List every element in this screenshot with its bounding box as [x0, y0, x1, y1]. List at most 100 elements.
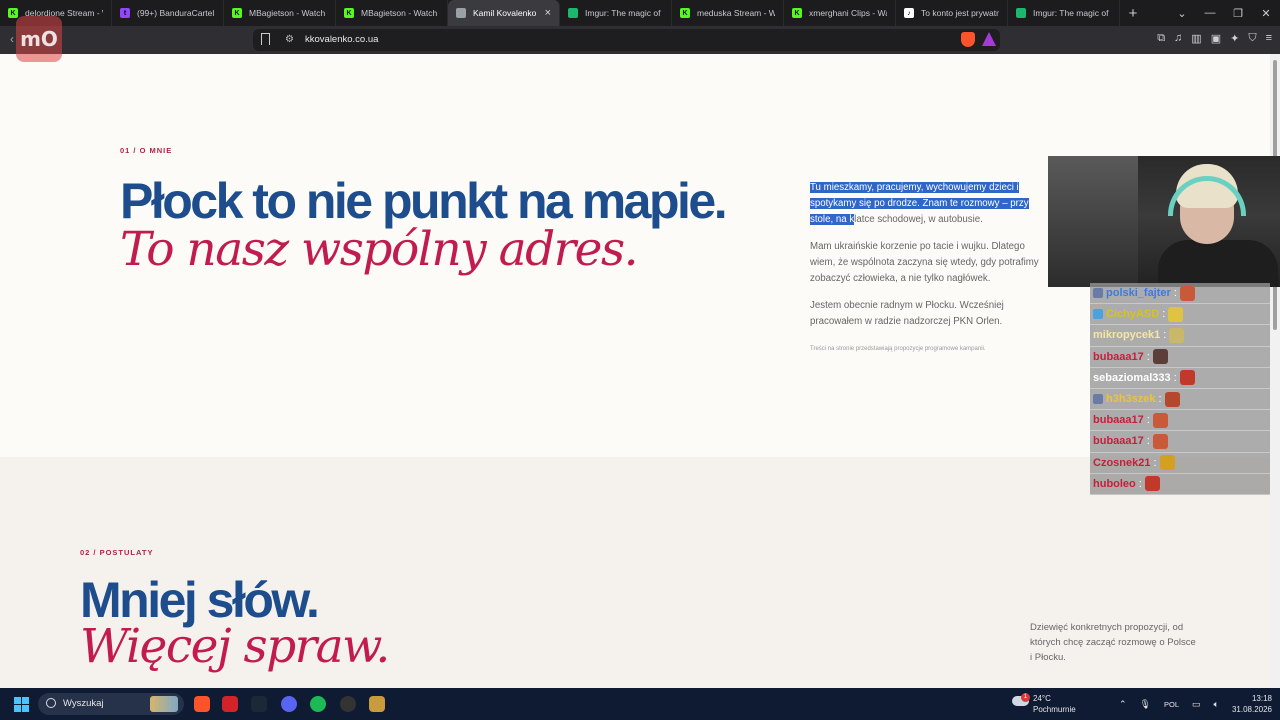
chat-separator: : — [1146, 350, 1150, 363]
show-hidden-icons-icon[interactable]: ⌃ — [1119, 699, 1127, 710]
weather-badge: 1 — [1021, 693, 1030, 702]
tab-title: meduska Stream - Wa — [697, 8, 775, 18]
windows-start-icon[interactable] — [14, 697, 29, 712]
tab-4[interactable]: Kamil Kovalenko × — [448, 0, 560, 26]
stream-chat-overlay: polski_fajter: CichyASD: mikropycek1: bubaa… — [1090, 283, 1270, 495]
about-paragraph-1: Tu mieszkamy, pracujemy, wychowujemy dzi… — [810, 180, 1050, 228]
chat-badge-icon — [1093, 288, 1103, 299]
fine-print: Treści na stronie przedstawiają propozyc… — [810, 343, 1050, 354]
about-eyebrow: 01 / O MNIE — [120, 146, 173, 155]
chat-separator: : — [1146, 414, 1150, 427]
tab-3[interactable]: K MBagietson - Watch c — [336, 0, 448, 26]
spotify-app-icon[interactable] — [310, 696, 326, 712]
taskbar-search[interactable]: Wyszukaj — [38, 693, 184, 715]
tab-7[interactable]: Kxmerghani Clips - Wat — [784, 0, 896, 26]
chat-emote-icon — [1179, 285, 1195, 301]
leo-ai-icon[interactable]: ✦ — [1230, 32, 1239, 45]
discord-app-icon[interactable] — [281, 696, 297, 712]
postulates-heading-red: Więcej spraw. — [80, 619, 390, 674]
network-icon[interactable]: ▭ — [1192, 699, 1201, 710]
extensions-icon[interactable]: ⧉ — [1157, 32, 1165, 45]
tab-favicon-icon — [456, 8, 466, 18]
tab-title: xmerghani Clips - Wat — [809, 8, 887, 18]
chat-emote-icon — [1168, 306, 1184, 322]
media-icon[interactable]: ♫ — [1174, 32, 1182, 45]
tab-favicon-icon: K — [344, 8, 354, 18]
brave-shields-icon[interactable] — [961, 32, 975, 47]
volume-icon[interactable]: 🔈︎ — [1214, 699, 1219, 710]
sidebar-icon[interactable]: ▥ — [1191, 32, 1201, 45]
tab-2[interactable]: K MBagietson - Watch c — [224, 0, 336, 26]
steam-app-icon[interactable] — [251, 696, 267, 712]
chat-badge-icon — [1093, 394, 1103, 405]
close-window-icon[interactable]: ✕ — [1252, 0, 1280, 26]
weather-text: 24°C Pochmurnie — [1033, 693, 1076, 715]
tab-6[interactable]: Kmeduska Stream - Wa — [672, 0, 784, 26]
tab-5[interactable]: Imgur: The magic of th — [560, 0, 672, 26]
clock[interactable]: 13:18 31.08.2026 — [1228, 688, 1272, 720]
chat-message: mikropycek1: — [1090, 325, 1270, 347]
chat-emote-icon — [1144, 476, 1160, 492]
about-paragraph-2: Mam ukraińskie korzenie po tacie i wujku… — [810, 241, 1039, 284]
tab-title: Imgur: The magic of th — [1033, 8, 1111, 18]
address-bar[interactable]: ⚙ kkovalenko.co.ua — [253, 29, 1000, 51]
tab-8[interactable]: ♪ To konto jest prywatne — [896, 0, 1008, 26]
tab-favicon-icon: K — [232, 8, 242, 18]
browser-toolbar: ‹ ⚙ kkovalenko.co.ua ⧉ ♫ ▥ ▣ ✦ ⛉ ≡ — [0, 26, 1280, 54]
page-scrollbar[interactable] — [1270, 54, 1280, 688]
vpn-icon[interactable]: ⛉ — [1248, 32, 1256, 45]
chat-separator: : — [1162, 308, 1166, 321]
tab-title: MBagietson - Watch c — [361, 8, 439, 18]
wallet-icon[interactable]: ▣ — [1211, 32, 1221, 45]
tab-9[interactable]: Imgur: The magic of th — [1008, 0, 1120, 26]
tab-favicon-icon — [568, 8, 578, 18]
chat-message: bubaaa17: — [1090, 431, 1270, 453]
chat-username: huboleo — [1093, 477, 1136, 490]
stream-overlay-logo: mO — [16, 16, 62, 62]
window-controls: ⌄ — ❐ ✕ — [1168, 0, 1280, 26]
obs-app-icon[interactable] — [340, 696, 356, 712]
tab-title: Kamil Kovalenko — [473, 8, 537, 18]
tab-favicon-icon: K — [792, 8, 802, 18]
chat-message: Czosnek21: — [1090, 452, 1270, 474]
tab-search-icon[interactable]: ⌄ — [1168, 0, 1196, 26]
chat-username: bubaaa17 — [1093, 435, 1144, 448]
chat-emote-icon — [1152, 349, 1168, 365]
chat-username: h3h3szek — [1106, 393, 1156, 406]
menu-icon[interactable]: ≡ — [1266, 32, 1272, 45]
chat-message: h3h3szek: — [1090, 388, 1270, 411]
webcam-background-window — [1048, 156, 1138, 287]
tab-favicon-icon: K — [680, 8, 690, 18]
back-icon[interactable]: ‹ — [10, 32, 14, 46]
tab-list: Kdelordione Stream - Wt (99+) BanduraCart… — [0, 0, 1120, 26]
site-info-icon[interactable]: ⚙ — [285, 34, 294, 45]
weather-widget[interactable]: 1 24°C Pochmurnie — [1012, 688, 1076, 720]
new-tab-button[interactable]: + — [1120, 0, 1146, 26]
minimize-icon[interactable]: — — [1196, 0, 1224, 26]
search-icon — [46, 698, 56, 708]
chat-message: bubaaa17: — [1090, 346, 1270, 368]
brave-rewards-icon[interactable] — [982, 32, 996, 46]
chat-emote-icon — [1152, 412, 1168, 428]
tab-title: (99+) BanduraCartel - — [137, 8, 215, 18]
restore-icon[interactable]: ❐ — [1224, 0, 1252, 26]
league-app-icon[interactable] — [369, 696, 385, 712]
close-tab-icon[interactable]: × — [545, 7, 551, 19]
screen: Kdelordione Stream - Wt (99+) BanduraCart… — [0, 0, 1280, 720]
chat-separator: : — [1146, 435, 1150, 448]
chat-username: Czosnek21 — [1093, 456, 1151, 469]
bookmark-icon[interactable] — [261, 33, 270, 45]
url-text[interactable]: kkovalenko.co.ua — [305, 34, 378, 45]
chat-username: CichyASD — [1106, 308, 1160, 321]
paragraph-1-rest: latce schodowej, w autobusie. — [854, 214, 983, 225]
tab-favicon-icon: K — [8, 8, 18, 18]
web-page: 01 / O MNIE Płock to nie punkt na mapie.… — [0, 54, 1270, 688]
microphone-icon[interactable]: 🎙︎ — [1140, 699, 1151, 710]
tab-title: Imgur: The magic of th — [585, 8, 663, 18]
tab-1[interactable]: t (99+) BanduraCartel - — [112, 0, 224, 26]
red-app-icon[interactable] — [222, 696, 238, 712]
chat-message: sebaziomal333: — [1090, 367, 1270, 389]
chat-emote-icon — [1169, 327, 1185, 343]
language-indicator[interactable]: POL — [1164, 700, 1179, 709]
brave-app-icon[interactable] — [194, 696, 210, 712]
